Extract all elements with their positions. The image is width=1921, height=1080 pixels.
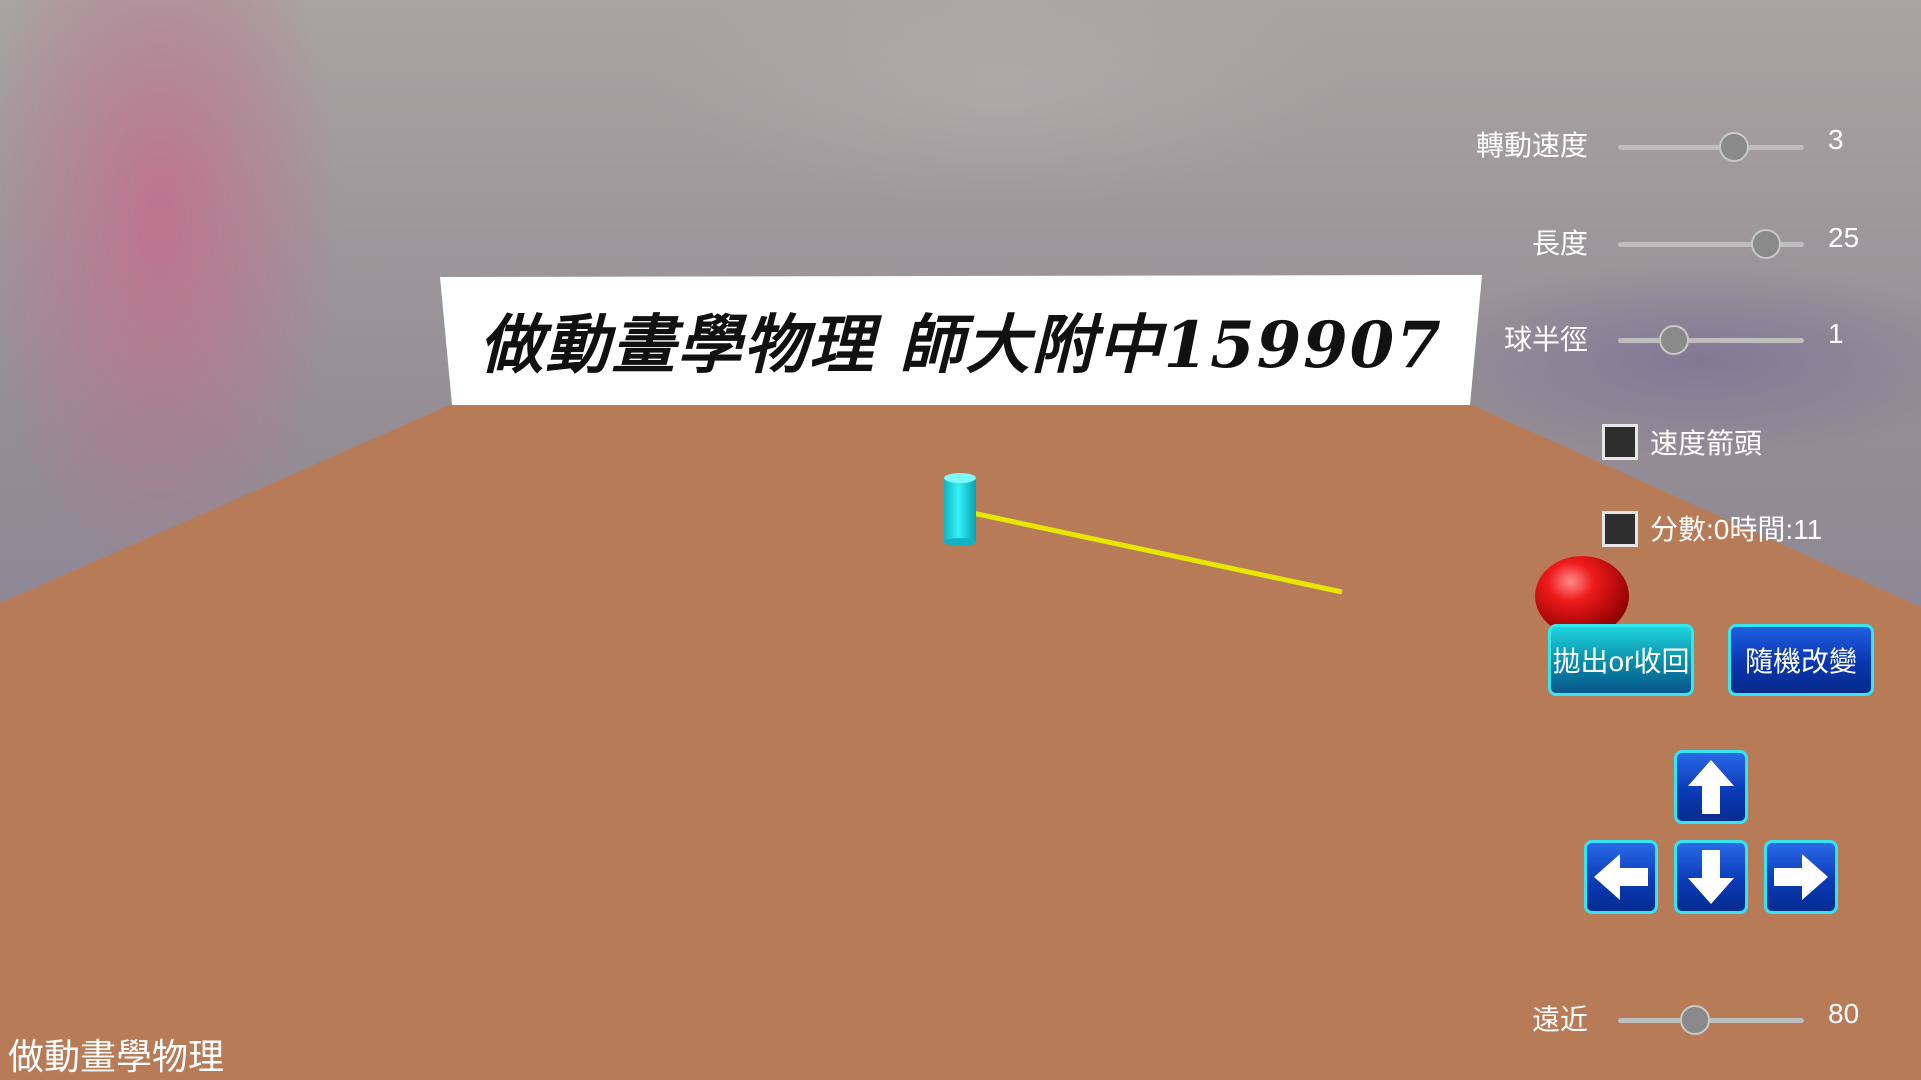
- pivot-cylinder: [944, 473, 976, 546]
- length-label: 長度: [1531, 228, 1588, 259]
- move-up-button[interactable]: [1674, 750, 1748, 824]
- throw-retract-button[interactable]: 拋出or收回: [1548, 624, 1694, 696]
- left-arrow-icon: [1594, 854, 1648, 900]
- distance-label: 遠近: [1531, 1004, 1588, 1035]
- slider-thumb[interactable]: [1719, 132, 1750, 162]
- rotation-speed-label: 轉動速度: [1475, 130, 1588, 161]
- slider-thumb[interactable]: [1750, 229, 1781, 259]
- scene-viewport[interactable]: 做動畫學物理 師大附中159907 做動畫學物理 轉動速度 3 長度 25 球半…: [0, 0, 1921, 1080]
- move-down-button[interactable]: [1674, 840, 1748, 914]
- slider-thumb[interactable]: [1680, 1005, 1711, 1035]
- length-value: 25: [1828, 222, 1860, 253]
- random-change-button[interactable]: 隨機改變: [1728, 624, 1874, 696]
- down-arrow-icon: [1688, 850, 1734, 904]
- distance-slider[interactable]: [1618, 1005, 1804, 1035]
- rotation-speed-value: 3: [1828, 124, 1844, 155]
- length-slider[interactable]: [1618, 229, 1804, 259]
- right-arrow-icon: [1774, 854, 1828, 900]
- banner: 做動畫學物理 師大附中159907: [440, 275, 1482, 405]
- banner-title: 做動畫學物理 師大附中159907: [479, 308, 1443, 383]
- move-right-button[interactable]: [1764, 840, 1838, 914]
- ball-radius-slider[interactable]: [1618, 325, 1804, 355]
- slider-thumb[interactable]: [1658, 325, 1689, 355]
- ball-radius-value: 1: [1828, 318, 1844, 349]
- score-time-label: 分數:0時間:11: [1650, 514, 1823, 545]
- velocity-arrow-label: 速度箭頭: [1650, 428, 1763, 459]
- rotation-speed-slider[interactable]: [1618, 132, 1804, 162]
- velocity-arrow-checkbox[interactable]: [1602, 424, 1638, 460]
- ball-radius-label: 球半徑: [1503, 324, 1588, 355]
- app-title: 做動畫學物理: [8, 1036, 225, 1077]
- move-left-button[interactable]: [1584, 840, 1658, 914]
- distance-value: 80: [1828, 998, 1860, 1029]
- up-arrow-icon: [1688, 760, 1734, 814]
- score-time-checkbox[interactable]: [1602, 511, 1638, 547]
